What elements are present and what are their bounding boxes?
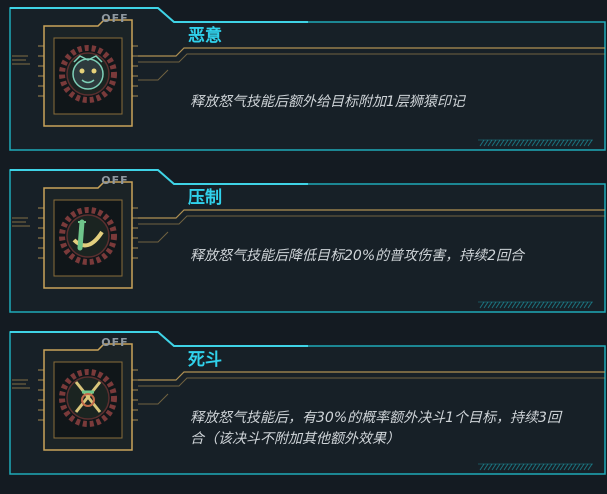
off-status-label: OFF	[101, 174, 129, 187]
skill-card[interactable]: OFF 压制 释放怒气技能后降低目标20%的普攻伤害，持续2回合	[8, 162, 607, 314]
skill-description: 释放怒气技能后降低目标20%的普攻伤害，持续2回合	[190, 248, 525, 264]
off-status-label: OFF	[101, 336, 129, 349]
skill-name: 恶意	[188, 26, 222, 46]
skill-card[interactable]: OFF 死斗 释放怒气技能后，有30%的概率额外决斗1个目标，持续3回合（该决斗…	[8, 324, 607, 476]
off-status-label: OFF	[101, 12, 129, 25]
dueling-swords-icon[interactable]	[38, 340, 138, 456]
skill-name: 压制	[188, 188, 222, 208]
crossed-blades-icon[interactable]	[38, 178, 138, 294]
monkey-face-icon[interactable]	[38, 16, 138, 132]
skill-description: 释放怒气技能后额外给目标附加1层狮猿印记	[190, 94, 465, 110]
skill-description: 释放怒气技能后，有30%的概率额外决斗1个目标，持续3回合（该决斗不附加其他额外…	[190, 410, 561, 447]
skill-card[interactable]: OFF 恶意 释放怒气技能后额外给目标附加1层狮猿印记	[8, 0, 607, 152]
skill-name: 死斗	[188, 350, 222, 370]
